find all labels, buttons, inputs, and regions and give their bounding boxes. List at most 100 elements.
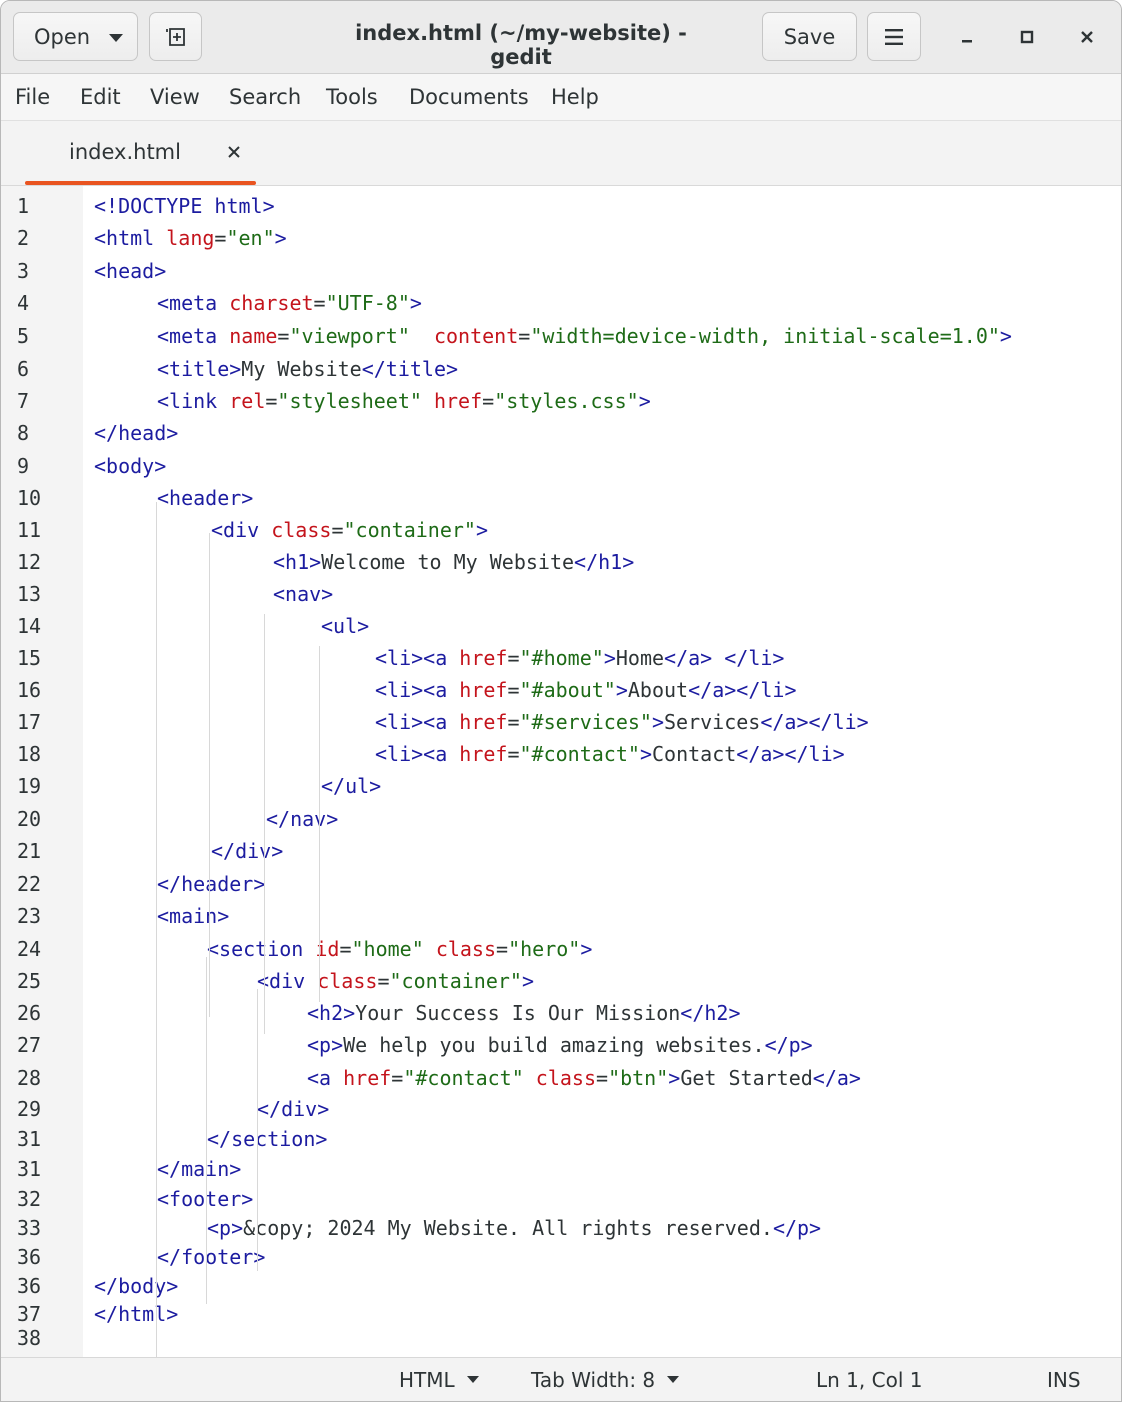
code-token: class [435,937,497,961]
code-token: </nav> [266,807,339,831]
code-token: > [274,226,287,250]
menu-search[interactable]: Search [229,85,301,109]
menu-tools[interactable]: Tools [326,85,378,109]
indent-guide [264,614,265,1034]
code-token: <p> [207,1216,244,1240]
line-number: 7 [17,389,30,413]
menu-edit[interactable]: Edit [80,85,121,109]
window-title: index.html (~/my-website) - gedit [355,21,687,69]
tab-strip: index.html [1,121,1121,186]
code-token: = [507,742,520,766]
code-token: > [651,710,665,734]
code-line: <p>We help you build amazing websites.</… [307,1033,813,1057]
line-number: 29 [17,1097,42,1121]
code-token: We help you build amazing websites. [343,1033,765,1057]
close-tab-icon[interactable] [223,141,245,163]
code-token: <nav> [273,582,334,606]
tab-width-selector[interactable]: Tab Width: 8 [531,1368,680,1392]
code-token: </head> [94,421,179,445]
close-window-icon[interactable] [1069,19,1105,55]
tab-width-label: Tab Width: 8 [531,1368,656,1392]
menu-bar: File Edit View Search Tools Documents He… [1,74,1121,121]
code-token: <li><a [375,646,460,670]
code-token: </a></li> [760,710,869,734]
line-number: 27 [17,1033,42,1057]
line-number: 26 [17,1001,42,1025]
code-line: <li><a href="#home">Home</a> </li> [375,646,784,670]
code-token: <!DOCTYPE html> [94,194,275,218]
code-line: <meta name="viewport" content="width=dev… [157,324,1012,348]
code-token: "#home" [519,646,604,670]
language-selector[interactable]: HTML [399,1368,479,1392]
code-token: <a [307,1066,344,1090]
code-token: <li><a [375,742,460,766]
code-token: "hero" [508,937,581,961]
code-token: > [580,937,593,961]
code-line: <html lang="en"> [94,226,287,250]
code-line: <div class="container"> [211,518,488,542]
code-token: <p> [307,1033,344,1057]
code-line: <li><a href="#services">Services</a></li… [375,710,869,734]
gedit-window: Open index.html (~/my-website) - gedit S… [0,0,1122,1402]
code-token: Contact [651,742,737,766]
code-token: class [535,1066,597,1090]
menu-file[interactable]: File [15,85,50,109]
code-line: <p>&copy; 2024 My Website. All rights re… [207,1216,821,1240]
code-line: <link rel="stylesheet" href="styles.css"… [157,389,651,413]
line-number: 23 [17,904,42,928]
code-token: "stylesheet" [277,389,434,413]
code-line: <head> [94,259,166,283]
code-token: "container" [343,518,476,542]
code-line: </nav> [266,807,338,831]
code-token: = [596,1066,609,1090]
code-token: </a> </li> [664,646,785,670]
code-token: </ul> [321,774,382,798]
code-line: <main> [157,904,229,928]
maximize-icon[interactable] [1009,19,1045,55]
code-token: = [507,710,520,734]
line-number: 4 [17,291,30,315]
line-number: 13 [17,582,42,606]
menu-documents[interactable]: Documents [409,85,529,109]
line-number: 28 [17,1066,42,1090]
line-number: 8 [17,421,30,445]
line-number: 9 [17,454,30,478]
code-token: </html> [94,1302,179,1326]
code-token: > [409,291,422,315]
code-token: > [615,678,628,702]
menu-view[interactable]: View [150,85,200,109]
code-token: "#contact" [403,1066,536,1090]
code-token: = [482,389,495,413]
code-line: <nav> [273,582,333,606]
cursor-position[interactable]: Ln 1, Col 1 [816,1368,922,1392]
text-editor[interactable]: 1 <!DOCTYPE html> 2 <html lang="en"> 3 <head>… [1,186,1121,1370]
code-token: "width=device-width, initial-scale=1.0" [530,324,1000,348]
code-token: </footer> [157,1245,266,1269]
status-bar: HTML Tab Width: 8 Ln 1, Col 1 INS [1,1357,1121,1401]
save-button[interactable]: Save [762,12,857,61]
code-line: <li><a href="#about">About</a></li> [375,678,796,702]
menu-help[interactable]: Help [551,85,599,109]
code-token: > [999,324,1012,348]
code-token: </p> [772,1216,822,1240]
line-number: 2 [17,226,30,250]
code-token: charset [229,291,314,315]
code-token: > [521,969,534,993]
code-token: = [339,937,352,961]
code-token: </p> [764,1033,813,1057]
minimize-icon[interactable] [949,19,985,55]
code-token: </h1> [574,550,635,574]
indent-guide [319,646,320,1002]
code-token: = [277,324,290,348]
line-number: 17 [17,710,42,734]
line-number: 38 [17,1326,42,1350]
new-document-button[interactable] [149,12,202,61]
code-token: > [668,1066,681,1090]
open-button[interactable]: Open [13,12,138,61]
tab-index-html[interactable]: index.html [25,121,256,185]
code-token: </h2> [680,1001,741,1025]
line-number: 16 [17,678,42,702]
code-token: </a> [812,1066,861,1090]
hamburger-menu-button[interactable] [867,12,921,61]
code-line: </body> [94,1274,178,1298]
